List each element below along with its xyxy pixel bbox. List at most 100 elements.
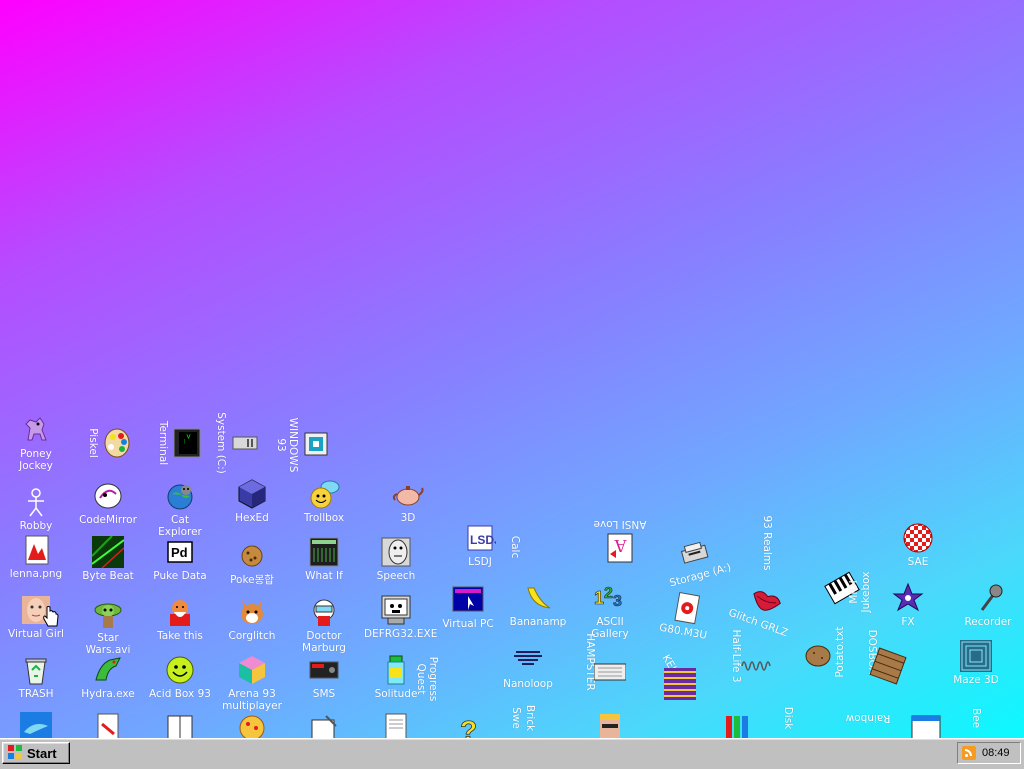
desktop-icon-g80-m3u[interactable]: G80.M3U bbox=[650, 587, 721, 643]
solitude-bottle-icon bbox=[380, 654, 412, 686]
rss-icon[interactable] bbox=[962, 746, 976, 760]
desktop-icon-help[interactable]: ? bbox=[436, 712, 500, 738]
desktop-icon-dosbox-img[interactable] bbox=[856, 647, 920, 685]
desktop-icon-brick[interactable]: Brick bbox=[524, 686, 536, 738]
cat-globe-icon bbox=[164, 480, 196, 512]
desktop-icon-text[interactable] bbox=[364, 712, 428, 738]
desktop-icon-poney-jockey[interactable]: Poney Jockey bbox=[4, 414, 68, 472]
desktop-icon-maze-3d[interactable]: Maze 3D bbox=[944, 640, 1008, 686]
desktop-icon-lenna-png[interactable]: lenna.png bbox=[4, 534, 68, 580]
desktop-icon-corglitch[interactable]: Corglitch bbox=[220, 596, 284, 642]
desktop-icon-disk[interactable]: Disk bbox=[782, 686, 794, 738]
desktop-icon-kekg-img[interactable] bbox=[648, 668, 712, 702]
calculator-icon bbox=[523, 531, 555, 563]
svg-text:3: 3 bbox=[613, 593, 622, 610]
desktop-icon-codemirror[interactable]: CodeMirror bbox=[76, 480, 140, 526]
desktop-icon-bars[interactable] bbox=[706, 712, 770, 738]
desktop-icon-windows93[interactable]: WINDOWS 93 bbox=[275, 413, 333, 477]
desktop-icon-calc[interactable]: Calc bbox=[509, 515, 555, 579]
arena-cube-icon bbox=[236, 654, 268, 686]
desktop-icon-93-realms[interactable]: 93 Realms bbox=[761, 511, 807, 575]
desktop-icon-hydra[interactable]: Hydra.exe bbox=[76, 654, 140, 700]
desktop-icon-potato-txt[interactable]: Potato.txt bbox=[834, 620, 846, 684]
desktop-icon-sms[interactable]: SMS bbox=[292, 654, 356, 700]
desktop-icon-book[interactable] bbox=[148, 712, 212, 738]
music-file-icon bbox=[669, 590, 706, 627]
desktop-icon-doctor-marburg[interactable]: Doctor Marburg bbox=[292, 596, 356, 654]
desktop-icon-pokemon[interactable]: Poke몽합 bbox=[220, 540, 284, 586]
start-button[interactable]: Start bbox=[2, 742, 70, 764]
image-file-icon bbox=[20, 534, 52, 566]
fx-star-icon bbox=[892, 582, 924, 614]
desktop-icon-speech[interactable]: Speech bbox=[364, 536, 428, 582]
book-icon bbox=[164, 712, 196, 738]
desktop-icon-arena93[interactable]: Arena 93 multiplayer bbox=[220, 654, 284, 712]
desktop-icon-notepad[interactable] bbox=[292, 712, 356, 738]
desktop-icon-bananamp[interactable]: Bananamp bbox=[506, 582, 570, 628]
taskbar: Start 08:49 bbox=[0, 738, 1024, 769]
desktop-icon-puke-data[interactable]: Pd Puke Data bbox=[148, 536, 212, 582]
desktop-icon-acid-box[interactable]: Acid Box 93 bbox=[148, 654, 212, 700]
desktop-icon-what-if[interactable]: What If bbox=[292, 536, 356, 582]
desktop-icon-robby[interactable]: Robby bbox=[4, 486, 68, 532]
desktop-icon-lsdj[interactable]: LSDJ LSDJ bbox=[448, 522, 512, 568]
desktop-icon-cat-explorer[interactable]: Cat Explorer bbox=[148, 480, 212, 538]
system-tray: 08:49 bbox=[957, 742, 1021, 764]
teapot-icon bbox=[392, 478, 424, 510]
svg-text:>_: >_ bbox=[184, 434, 193, 444]
desktop-icon-progress-quest[interactable]: Progress Quest bbox=[415, 647, 473, 711]
desktop-icon-virtual-pc[interactable]: Virtual PC bbox=[436, 584, 500, 630]
question-mark-icon: ? bbox=[452, 712, 484, 738]
desktop-icon-half-life-img[interactable] bbox=[724, 650, 788, 684]
desktop-icon-ansi-love[interactable]: A ANSI Love bbox=[588, 518, 652, 564]
codemirror-icon bbox=[92, 480, 124, 512]
corgi-icon bbox=[236, 596, 268, 628]
hand-cursor-icon bbox=[42, 606, 60, 631]
pizza-icon bbox=[236, 712, 268, 738]
dolphin-icon bbox=[20, 712, 52, 738]
desktop-icon-dolphin[interactable] bbox=[4, 712, 68, 738]
doctor-icon bbox=[308, 596, 340, 628]
desktop-icon-piskel[interactable]: Piskel bbox=[87, 411, 133, 475]
desktop-icon-nanoloop[interactable]: Nanoloop bbox=[496, 644, 560, 690]
desktop-icon-defrg32[interactable]: DEFRG32.EXE bbox=[364, 594, 437, 640]
desktop-icon-terminal[interactable]: >_ Terminal bbox=[157, 411, 203, 475]
desktop-icon-sae[interactable]: SAE bbox=[886, 522, 950, 568]
desktop-icon-take-this[interactable]: Take this bbox=[148, 596, 212, 642]
desktop-icon-storage-a[interactable]: Storage (A:) bbox=[659, 529, 733, 590]
desktop-icon-system-c[interactable]: System (C:) bbox=[215, 411, 261, 475]
potato-icon bbox=[802, 640, 834, 672]
desktop-icon-recorder[interactable]: Recorder bbox=[956, 582, 1020, 628]
desktop-icon-bee[interactable]: Bee bbox=[970, 686, 982, 738]
byte-beat-icon bbox=[91, 535, 125, 569]
spring-coil-icon bbox=[740, 650, 772, 682]
speech-face-icon bbox=[380, 536, 412, 568]
glitch-stripes-icon bbox=[664, 668, 696, 700]
desktop-icon-hexed[interactable]: HexEd bbox=[220, 478, 284, 524]
desktop-icon-trollbox[interactable]: Trollbox bbox=[292, 478, 356, 524]
desktop-icon-doc-red[interactable] bbox=[76, 712, 140, 738]
desktop-icon-byte-beat[interactable]: Byte Beat bbox=[76, 535, 140, 582]
realms-icon bbox=[775, 527, 807, 559]
desktop-icon-trash[interactable]: TRASH bbox=[4, 654, 68, 700]
desktop-icon-rainbow[interactable]: Rainbow bbox=[836, 712, 900, 724]
virtual-pc-icon bbox=[452, 584, 484, 616]
red-document-icon bbox=[92, 712, 124, 738]
desktop-icon-duke[interactable] bbox=[578, 712, 642, 738]
desktop-icon-3d[interactable]: 3D bbox=[376, 478, 440, 524]
desktop-icon-star-wars[interactable]: Star Wars.avi bbox=[76, 598, 140, 656]
desktop-icon-keyboard[interactable] bbox=[578, 656, 642, 690]
yoda-icon bbox=[92, 598, 124, 630]
desktop-icon-midi-jukebox[interactable]: MIDI Jukebox bbox=[848, 560, 872, 624]
desktop-icon-window[interactable] bbox=[894, 712, 958, 738]
dosbox-crate-icon bbox=[867, 645, 908, 686]
desktop-icon-swe[interactable]: Swe bbox=[510, 686, 522, 738]
desktop-icon-pizza[interactable] bbox=[220, 712, 284, 738]
progress-quest-icon bbox=[441, 663, 473, 695]
desktop-icon-fx[interactable]: FX bbox=[876, 582, 940, 628]
defrag-monitor-icon bbox=[380, 594, 412, 626]
windows-box-icon bbox=[301, 429, 333, 461]
microphone-icon bbox=[972, 582, 1004, 614]
banana-icon bbox=[522, 582, 554, 614]
color-bars-icon bbox=[722, 712, 754, 738]
